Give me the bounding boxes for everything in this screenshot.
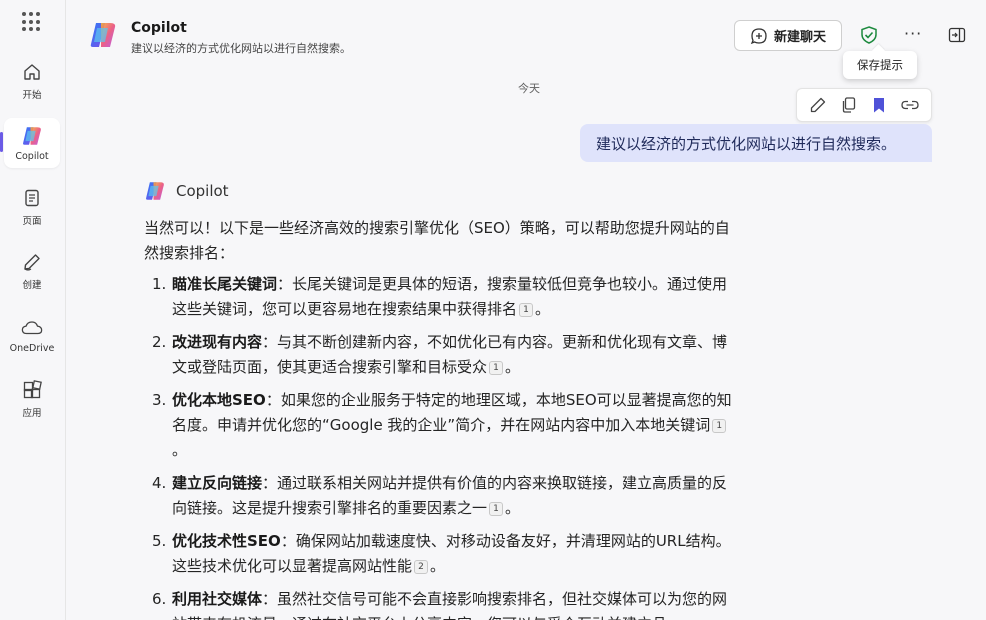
list-number: 1. (152, 275, 167, 293)
more-options-button[interactable]: ··· (904, 24, 922, 43)
shield-check-icon[interactable] (859, 25, 879, 45)
bot-intro: 当然可以！以下是一些经济高效的搜索引擎优化（SEO）策略，可以帮助您提升网站的自… (144, 219, 730, 262)
user-message: 建议以经济的方式优化网站以进行自然搜索。 (580, 124, 932, 162)
list-number: 2. (152, 333, 167, 351)
item-title: 建立反向链接 (172, 474, 263, 492)
item-end: 。 (172, 441, 188, 459)
item-end: 。 (505, 358, 521, 376)
pen-icon (21, 251, 43, 273)
page-icon (21, 187, 43, 209)
copilot-logo-icon (144, 180, 166, 202)
citation-badge[interactable]: 1 (489, 361, 504, 375)
item-title: 利用社交媒体 (172, 590, 263, 608)
link-icon[interactable] (899, 94, 921, 116)
edit-icon[interactable] (807, 94, 829, 116)
date-separator: 今天 (518, 82, 540, 95)
cloud-icon (21, 317, 43, 339)
bot-message: 当然可以！以下是一些经济高效的搜索引擎优化（SEO）策略，可以帮助您提升网站的自… (144, 216, 740, 620)
app-launcher-icon[interactable] (22, 12, 42, 32)
strategy-list: 1. 瞄准长尾关键词：长尾关键词是更具体的短语，搜索量较低但竞争也较小。通过使用这… (144, 272, 740, 620)
list-item: 5. 优化技术性SEO：确保网站加载速度快、对移动设备友好，并清理网站的URL结构… (144, 529, 740, 579)
apps-icon (21, 379, 43, 401)
rail-item-pages[interactable]: 页面 (4, 182, 60, 232)
list-item: 1. 瞄准长尾关键词：长尾关键词是更具体的短语，搜索量较低但竞争也较小。通过使用这… (144, 272, 740, 322)
save-prompt-tooltip: 保存提示 (843, 51, 917, 79)
rail-label: 开始 (22, 90, 42, 101)
item-end: 。 (535, 300, 551, 318)
item-title: 瞄准长尾关键词 (172, 275, 278, 293)
item-title: 优化技术性SEO (172, 532, 281, 550)
list-number: 3. (152, 391, 167, 409)
list-item: 6.利用社交媒体：虽然社交信号可能不会直接影响搜索排名，但社交媒体可以为您的网站… (144, 587, 740, 620)
item-end: 。 (505, 499, 521, 517)
rail-label: 页面 (22, 216, 42, 227)
new-chat-label: 新建聊天 (773, 30, 826, 45)
list-item: 4. 建立反向链接：通过联系相关网站并提供有价值的内容来换取链接，建立高质量的反向… (144, 471, 740, 521)
new-chat-button[interactable]: 新建聊天 (734, 20, 842, 51)
list-number: 4. (152, 474, 167, 492)
copy-icon[interactable] (838, 94, 860, 116)
rail-label: 应用 (22, 408, 42, 419)
list-item: 2. 改进现有内容：与其不断创建新内容，不如优化已有内容。更新和优化现有文章、博文… (144, 330, 740, 380)
copilot-icon (21, 125, 43, 147)
citation-badge[interactable]: 1 (519, 303, 534, 317)
new-chat-icon (750, 27, 767, 44)
rail-item-onedrive[interactable]: OneDrive (4, 310, 60, 360)
chat-subtitle: 建议以经济的方式优化网站以进行自然搜索。 (131, 42, 351, 55)
rail-label: 创建 (22, 280, 42, 291)
list-number: 6. (152, 590, 167, 608)
page-title: Copilot (131, 20, 187, 36)
home-icon (21, 61, 43, 83)
item-title: 改进现有内容 (172, 333, 263, 351)
bot-name: Copilot (176, 182, 229, 200)
rail-item-apps[interactable]: 应用 (4, 374, 60, 424)
rail-label: Copilot (15, 150, 49, 162)
bot-header: Copilot (144, 180, 229, 202)
rail-item-create[interactable]: 创建 (4, 246, 60, 296)
left-rail: 开始 Copilot 页面 创建 OneDrive 应用 (0, 0, 66, 620)
item-end: 。 (430, 557, 446, 575)
message-toolbar (796, 88, 932, 122)
rail-label: OneDrive (9, 342, 55, 354)
citation-badge[interactable]: 1 (489, 502, 504, 516)
list-item: 3. 优化本地SEO：如果您的企业服务于特定的地理区域，本地SEO可以显著提高您的… (144, 388, 740, 463)
item-title: 优化本地SEO (172, 391, 266, 409)
copilot-logo-icon (88, 20, 118, 50)
citation-badge[interactable]: 2 (414, 560, 429, 574)
list-number: 5. (152, 532, 167, 550)
side-panel-icon[interactable] (948, 26, 966, 44)
bookmark-icon[interactable] (868, 94, 890, 116)
rail-item-copilot[interactable]: Copilot (0, 118, 60, 168)
rail-item-home[interactable]: 开始 (4, 56, 60, 106)
citation-badge[interactable]: 1 (712, 419, 727, 433)
